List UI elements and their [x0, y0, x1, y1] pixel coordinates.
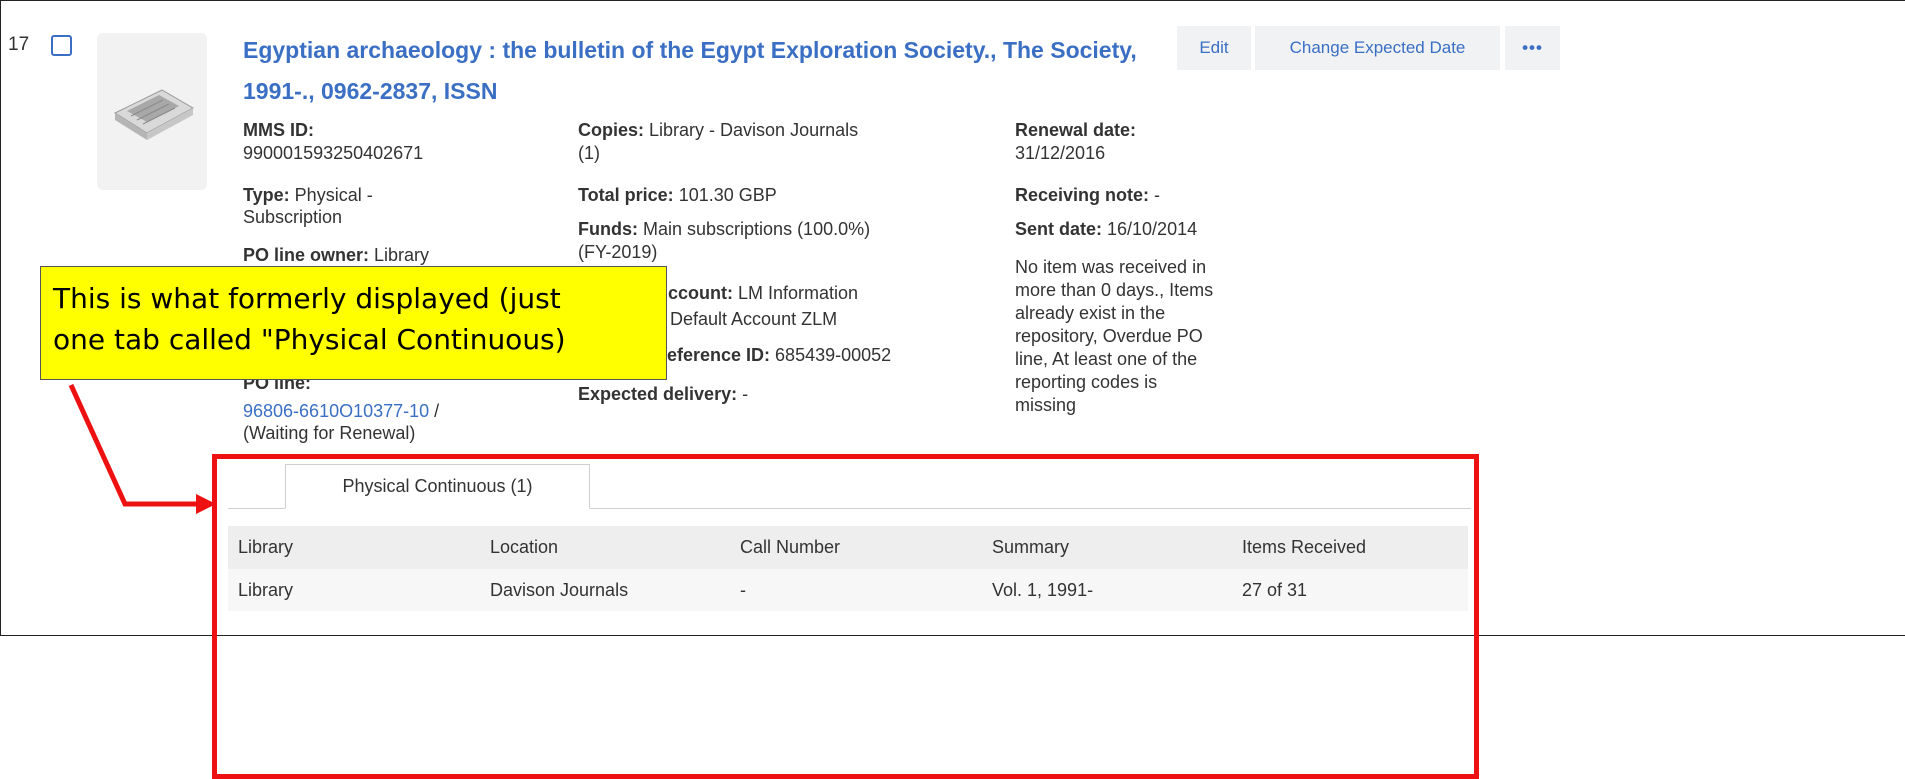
type-value-cont: Subscription — [243, 207, 343, 227]
po-line-owner-value: Library — [369, 245, 430, 265]
po-line-link[interactable]: 96806-6610O10377-10 — [243, 401, 429, 421]
vendor-account-value: LM Information — [733, 283, 859, 303]
vendor-account-value-cont: Default Account ZLM — [670, 309, 838, 329]
total-price-value: 101.30 GBP — [673, 185, 777, 205]
receiving-note-field: Receiving note: - — [1015, 184, 1160, 206]
total-price-field: Total price: 101.30 GBP — [578, 184, 777, 206]
frame-border-left — [0, 0, 1, 636]
mms-id-value: 990001593250402671 — [243, 143, 424, 163]
vendor-reference-value: 685439-00052 — [770, 345, 892, 365]
po-line-status: (Waiting for Renewal) — [243, 423, 416, 443]
newspaper-icon — [113, 89, 195, 140]
po-line-separator: / — [429, 401, 440, 421]
copies-value: Library - Davison Journals — [644, 120, 859, 140]
sent-date-field: Sent date: 16/10/2014 — [1015, 218, 1197, 240]
vendor-reference-field: eference ID: 685439-00052 — [667, 344, 891, 366]
mms-id-label: MMS ID: — [243, 120, 314, 140]
po-line-owner-label: PO line owner: — [243, 245, 370, 265]
callout-line-2: one tab called "Physical Continuous) — [53, 323, 566, 356]
record-actions: Edit Change Expected Date ••• — [0, 26, 1905, 70]
sent-date-value: 16/10/2014 — [1102, 219, 1198, 239]
sent-date-label: Sent date: — [1015, 219, 1103, 239]
total-price-label: Total price: — [578, 185, 674, 205]
receiving-note-label: Receiving note: — [1015, 185, 1150, 205]
po-line-owner-field: PO line owner: Library — [243, 244, 429, 266]
type-field: Type: Physical - — [243, 184, 373, 206]
type-value: Physical - — [289, 185, 373, 205]
copies-value-cont: (1) — [578, 143, 600, 163]
annotation-highlight-box — [212, 454, 1479, 779]
expected-delivery-label: Expected delivery: — [578, 384, 738, 404]
alerts-text: No item was received in more than 0 days… — [1015, 256, 1213, 417]
copies-label: Copies: — [578, 120, 645, 140]
callout-line-1: This is what formerly displayed (just — [53, 282, 561, 315]
expected-delivery-field: Expected delivery: - — [578, 383, 748, 405]
funds-field: Funds: Main subscriptions (100.0%) — [578, 218, 870, 240]
alert-line: No item was received in — [1015, 257, 1207, 277]
more-actions-icon[interactable]: ••• — [1505, 26, 1560, 70]
renewal-date-label: Renewal date: — [1015, 120, 1137, 140]
alert-line: more than 0 days., Items — [1015, 280, 1214, 300]
alert-line: reporting codes is — [1015, 372, 1158, 392]
edit-button[interactable]: Edit — [1177, 26, 1251, 70]
funds-value: Main subscriptions (100.0%) — [638, 219, 871, 239]
funds-value-cont: (FY-2019) — [578, 242, 658, 262]
frame-border-top — [0, 0, 1905, 1]
receiving-note-value: - — [1149, 185, 1161, 205]
alert-line: line, At least one of the — [1015, 349, 1198, 369]
annotation-callout: This is what formerly displayed (just on… — [40, 266, 667, 380]
expected-delivery-value: - — [737, 384, 749, 404]
alert-line: missing — [1015, 395, 1077, 415]
alert-line: repository, Overdue PO — [1015, 326, 1203, 346]
funds-label: Funds: — [578, 219, 638, 239]
copies-field: Copies: Library - Davison Journals — [578, 119, 858, 141]
change-expected-date-button[interactable]: Change Expected Date — [1255, 26, 1500, 70]
vendor-account-label: ccount: — [668, 283, 733, 303]
renewal-date-value: 31/12/2016 — [1015, 143, 1106, 163]
type-label: Type: — [243, 185, 290, 205]
po-line-field: 96806-6610O10377-10 / — [243, 400, 439, 422]
vendor-account-field: ccount: LM Information — [668, 282, 858, 304]
vendor-reference-label: eference ID: — [667, 345, 771, 365]
alert-line: already exist in the — [1015, 303, 1166, 323]
